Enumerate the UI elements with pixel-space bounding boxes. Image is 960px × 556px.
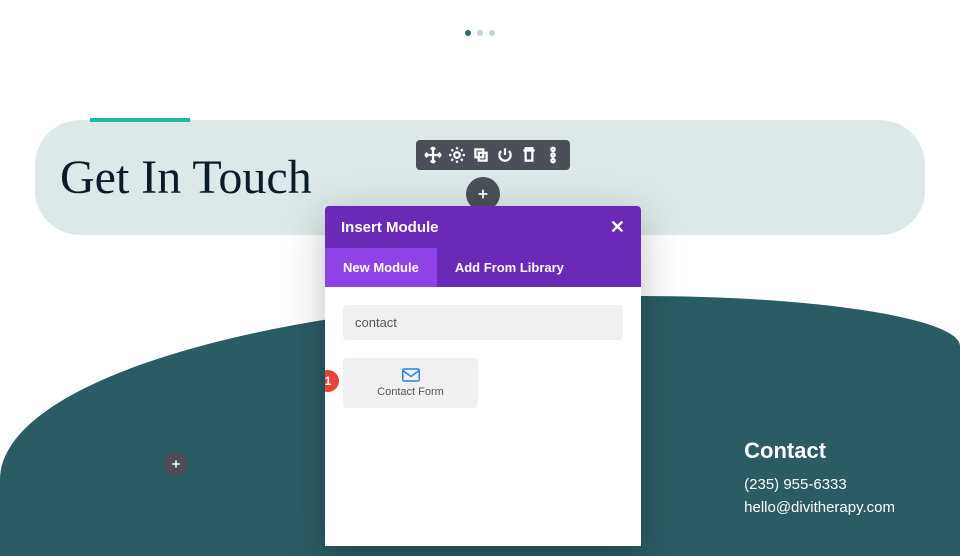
contact-heading: Contact: [744, 438, 895, 464]
pagination-dot-2[interactable]: [477, 30, 483, 36]
move-icon[interactable]: [424, 146, 442, 164]
contact-block: Contact (235) 955-6333 hello@divitherapy…: [744, 438, 895, 522]
envelope-icon: [402, 368, 420, 382]
trash-icon[interactable]: [520, 146, 538, 164]
duplicate-icon[interactable]: [472, 146, 490, 164]
modal-tabs: New Module Add From Library: [325, 248, 641, 287]
add-section-button[interactable]: [163, 451, 189, 477]
step-badge-1: 1: [325, 370, 339, 392]
module-grid: 1 Contact Form: [343, 358, 623, 408]
insert-module-modal: Insert Module ✕ New Module Add From Libr…: [325, 206, 641, 546]
close-icon[interactable]: ✕: [610, 218, 625, 236]
tab-add-from-library[interactable]: Add From Library: [437, 248, 582, 287]
module-toolbar: [416, 140, 570, 170]
hero-accent-bar: [90, 118, 190, 122]
tab-new-module[interactable]: New Module: [325, 248, 437, 287]
contact-phone: (235) 955-6333: [744, 476, 895, 493]
modal-header: Insert Module ✕: [325, 206, 641, 248]
pagination-dots[interactable]: [465, 30, 495, 36]
contact-email: hello@divitherapy.com: [744, 499, 895, 516]
modal-title: Insert Module: [341, 219, 439, 236]
more-icon[interactable]: [544, 146, 562, 164]
modal-body: 1 Contact Form: [325, 287, 641, 546]
module-contact-form[interactable]: 1 Contact Form: [343, 358, 478, 408]
hero-title: Get In Touch: [60, 150, 312, 205]
power-icon[interactable]: [496, 146, 514, 164]
module-label: Contact Form: [377, 386, 444, 398]
gear-icon[interactable]: [448, 146, 466, 164]
module-search-input[interactable]: [343, 305, 623, 340]
pagination-dot-3[interactable]: [489, 30, 495, 36]
pagination-dot-1[interactable]: [465, 30, 471, 36]
